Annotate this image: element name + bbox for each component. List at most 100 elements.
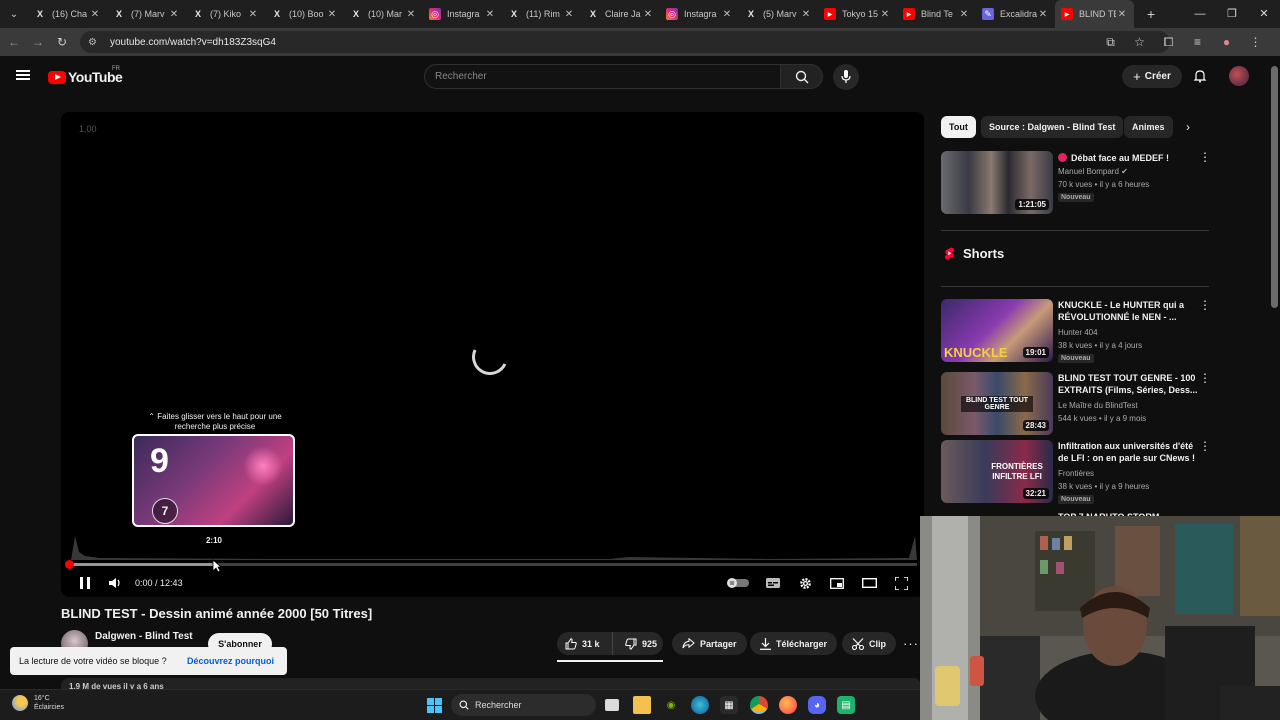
address-bar[interactable]: ⚙ youtube.com/watch?v=dh183Z3sqG4 [80, 31, 1170, 53]
close-tab-icon[interactable]: ✕ [642, 9, 654, 20]
bookmark-star-icon[interactable]: ☆ [1125, 35, 1154, 49]
chip-source[interactable]: Source : Dalgwen - Blind Test [981, 116, 1124, 138]
browser-tab[interactable]: ▶ BLIND TE ✕ [1055, 0, 1134, 28]
install-app-icon[interactable]: ⧉ [1096, 35, 1125, 50]
notifications-bell-icon[interactable] [1193, 69, 1207, 83]
close-tab-icon[interactable]: ✕ [168, 9, 180, 20]
more-options-icon[interactable]: ⋮ [1199, 440, 1211, 452]
channel-name[interactable]: Dalgwen - Blind Test [95, 631, 193, 642]
close-tab-icon[interactable]: ✕ [1116, 9, 1128, 20]
browser-tab[interactable]: X (16) Cha ✕ [28, 1, 107, 27]
share-button[interactable]: Partager [672, 632, 747, 655]
video-player[interactable]: 1.00 ⌃ Faites glisser vers le haut pour … [61, 112, 924, 597]
windows-start-icon[interactable] [425, 696, 443, 714]
task-view-icon[interactable] [605, 699, 619, 711]
microsoft-store-icon[interactable]: ▦ [720, 696, 738, 714]
reload-button[interactable]: ↻ [50, 35, 74, 49]
recommended-video[interactable]: BLIND TEST TOUT GENRE 28:43 BLIND TEST T… [941, 372, 1211, 438]
autoplay-toggle[interactable] [727, 574, 749, 592]
video-thumbnail[interactable]: BLIND TEST TOUT GENRE 28:43 [941, 372, 1053, 435]
browser-tab[interactable]: X (7) Marv ✕ [107, 1, 186, 27]
more-options-icon[interactable]: ⋮ [1199, 372, 1211, 384]
youtube-logo[interactable]: YouTube FR [48, 66, 123, 85]
firefox-icon[interactable] [779, 696, 797, 714]
extensions-icon[interactable]: ⧠ [1154, 35, 1183, 50]
browser-tab[interactable]: ◎ Instagra ✕ [660, 1, 739, 27]
edge-browser-icon[interactable] [691, 696, 709, 714]
browser-tab[interactable]: X (5) Marv ✕ [739, 1, 818, 27]
chip-animes[interactable]: Animes [1124, 116, 1173, 138]
close-tab-icon[interactable]: ✕ [247, 9, 259, 20]
chrome-menu-icon[interactable]: ⋮ [1241, 35, 1270, 49]
tab-search-button[interactable]: ⌄ [4, 4, 24, 24]
weather-widget[interactable]: 16°C Éclaircies [12, 694, 64, 712]
browser-tab[interactable]: ✎ Excalidra ✕ [976, 1, 1055, 27]
browser-tab[interactable]: X (11) Rim ✕ [502, 1, 581, 27]
close-tab-icon[interactable]: ✕ [800, 9, 812, 20]
close-tab-icon[interactable]: ✕ [879, 9, 891, 20]
more-options-icon[interactable]: ⋮ [1199, 151, 1211, 163]
close-tab-icon[interactable]: ✕ [326, 9, 338, 20]
search-button[interactable] [781, 64, 823, 89]
recommended-video[interactable]: 1:21:05 Débat face au MEDEF ! Manuel Bom… [941, 151, 1211, 217]
video-thumbnail[interactable]: KNUCKLE 19:01 [941, 299, 1053, 362]
browser-tab[interactable]: X (10) Boo ✕ [265, 1, 344, 27]
create-button[interactable]: + Créer [1122, 65, 1182, 88]
settings-button[interactable] [797, 574, 813, 592]
back-button[interactable]: ← [2, 35, 26, 49]
browser-tab[interactable]: X (7) Kiko ✕ [186, 1, 265, 27]
browser-tab[interactable]: ◎ Instagra ✕ [423, 1, 502, 27]
account-avatar[interactable] [1229, 66, 1249, 86]
voice-search-button[interactable] [833, 64, 859, 90]
discord-icon[interactable]: ◕ [808, 696, 826, 714]
recommended-video[interactable]: KNUCKLE 19:01 KNUCKLE - Le HUNTER qui a … [941, 299, 1211, 365]
mute-button[interactable] [107, 574, 123, 592]
chip-all[interactable]: Tout [941, 116, 976, 138]
download-button[interactable]: Télécharger [750, 632, 838, 655]
scrubber-knob[interactable] [65, 560, 74, 569]
close-window-button[interactable]: ✕ [1248, 0, 1280, 28]
close-tab-icon[interactable]: ✕ [89, 9, 101, 20]
progress-bar[interactable] [65, 560, 917, 569]
toast-link[interactable]: Découvrez pourquoi [187, 656, 274, 666]
recommended-video[interactable]: FRONTIÈRES INFILTRE LFI 32:21 Infiltrati… [941, 440, 1211, 506]
file-explorer-icon[interactable] [633, 696, 651, 714]
browser-tab[interactable]: ▶ Tokyo 15 ✕ [818, 1, 897, 27]
page-scrollbar[interactable] [1271, 66, 1278, 308]
fullscreen-button[interactable] [893, 574, 909, 592]
new-tab-button[interactable]: + [1140, 6, 1162, 22]
taskbar-search[interactable]: Rechercher [451, 694, 596, 716]
close-tab-icon[interactable]: ✕ [958, 9, 970, 20]
restore-button[interactable]: ❐ [1216, 0, 1248, 28]
close-tab-icon[interactable]: ✕ [484, 9, 496, 20]
video-thumbnail[interactable]: 1:21:05 [941, 151, 1053, 214]
search-input[interactable]: Rechercher [424, 64, 781, 89]
menu-icon[interactable] [16, 70, 30, 80]
browser-tab[interactable]: X Claire Ja ✕ [581, 1, 660, 27]
dislike-button[interactable]: 925 [618, 632, 657, 655]
video-thumbnail[interactable]: FRONTIÈRES INFILTRE LFI 32:21 [941, 440, 1053, 503]
close-tab-icon[interactable]: ✕ [563, 9, 575, 20]
site-info-icon[interactable]: ⚙ [88, 37, 102, 48]
app-icon[interactable]: ▤ [837, 696, 855, 714]
profile-icon[interactable]: ● [1212, 35, 1241, 49]
close-tab-icon[interactable]: ✕ [721, 9, 733, 20]
miniplayer-button[interactable] [829, 574, 845, 592]
forward-button[interactable]: → [26, 35, 50, 49]
minimize-button[interactable]: — [1184, 0, 1216, 28]
subtitles-button[interactable] [765, 574, 781, 592]
chrome-icon[interactable] [750, 696, 768, 714]
close-tab-icon[interactable]: ✕ [1037, 9, 1049, 20]
more-options-icon[interactable]: ⋮ [1199, 299, 1211, 311]
like-button[interactable]: 31 k [557, 632, 613, 655]
browser-tab[interactable]: ▶ Blind Te ✕ [897, 1, 976, 27]
theater-mode-button[interactable] [861, 574, 877, 592]
browser-tab[interactable]: X (10) Mar ✕ [344, 1, 423, 27]
chevron-right-icon[interactable]: › [1186, 120, 1190, 134]
pause-button[interactable] [77, 574, 93, 592]
close-tab-icon[interactable]: ✕ [405, 9, 417, 20]
media-control-icon[interactable]: ≡ [1183, 35, 1212, 49]
more-actions-button[interactable]: ··· [903, 636, 919, 651]
nvidia-icon[interactable]: ◉ [662, 696, 680, 714]
clip-button[interactable]: Clip [842, 632, 896, 655]
